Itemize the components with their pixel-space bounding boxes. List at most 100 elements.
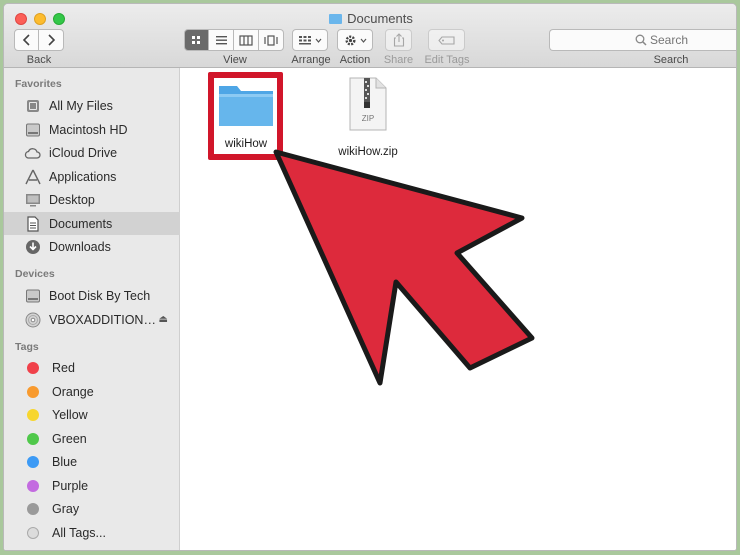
tag-dot-icon	[27, 455, 39, 468]
devices-header: Devices	[15, 268, 55, 280]
columns-icon	[239, 34, 253, 46]
window-title-text: Documents	[347, 11, 413, 26]
sidebar-item-label: Downloads	[49, 239, 111, 254]
chevron-down-icon	[360, 38, 366, 43]
arrange-button[interactable]	[292, 29, 328, 51]
sidebar-item-label: Yellow	[52, 407, 88, 422]
sidebar-item-applications[interactable]: Applications	[4, 165, 180, 188]
gear-icon	[345, 35, 355, 45]
sidebar-item-label: Applications	[49, 169, 117, 184]
eject-icon[interactable]: ⏏	[159, 314, 168, 325]
sidebar: Favorites All My Files Macintosh HD iClo…	[4, 68, 180, 550]
favorites-header: Favorites	[15, 78, 62, 90]
back-label: Back	[26, 54, 52, 66]
sidebar-item-icloud-drive[interactable]: iCloud Drive	[4, 141, 180, 164]
sidebar-tag-purple[interactable]: Purple	[4, 474, 180, 497]
file-browser-content: wikiHow ZIP wikiHow.zip	[181, 68, 736, 550]
sidebar-item-label: VBOXADDITION…	[49, 312, 156, 327]
sidebar-tag-blue[interactable]: Blue	[4, 450, 180, 473]
disk-icon	[24, 288, 41, 304]
sidebar-tag-green[interactable]: Green	[4, 427, 180, 450]
tag-dot-icon	[27, 479, 39, 492]
finder-window: Documents Back View Arrange Action Share…	[3, 3, 737, 551]
sidebar-tag-yellow[interactable]: Yellow	[4, 403, 180, 426]
coverflow-icon	[264, 34, 278, 46]
navigation-group	[14, 29, 64, 51]
sidebar-item-documents[interactable]: Documents	[4, 212, 180, 235]
forward-button[interactable]	[39, 29, 64, 51]
sidebar-item-label: Orange	[52, 384, 94, 399]
back-button[interactable]	[14, 29, 39, 51]
sidebar-item-label: Gray	[52, 501, 80, 516]
list-view-button[interactable]	[209, 29, 234, 51]
search-field[interactable]	[549, 29, 736, 51]
sidebar-item-label: All My Files	[49, 98, 113, 113]
cloud-icon	[24, 145, 41, 161]
documents-icon	[24, 215, 41, 232]
downloads-icon	[24, 239, 41, 255]
all-files-icon	[24, 98, 41, 114]
file-name: wikiHow	[224, 138, 268, 150]
share-label: Share	[383, 54, 414, 66]
hard-drive-icon	[24, 122, 41, 138]
search-icon	[635, 34, 647, 46]
arrange-grid-icon	[299, 35, 311, 44]
coverflow-view-button[interactable]	[259, 29, 284, 51]
tag-icon	[437, 35, 455, 45]
sidebar-item-all-my-files[interactable]: All My Files	[4, 94, 180, 117]
chevron-right-icon	[48, 34, 56, 46]
list-icon	[215, 35, 227, 44]
sidebar-tag-red[interactable]: Red	[4, 356, 180, 379]
sidebar-item-macintosh-hd[interactable]: Macintosh HD	[4, 118, 180, 141]
tag-dot-icon	[27, 408, 39, 421]
share-button[interactable]	[385, 29, 412, 51]
sidebar-item-label: Macintosh HD	[49, 122, 128, 137]
sidebar-item-label: Green	[52, 431, 87, 446]
view-mode-group	[184, 29, 284, 51]
share-icon	[393, 33, 404, 47]
zip-file-icon: ZIP	[349, 77, 387, 131]
tag-dot-icon	[27, 361, 39, 374]
sidebar-item-downloads[interactable]: Downloads	[4, 235, 180, 258]
column-view-button[interactable]	[234, 29, 259, 51]
edit-tags-label: Edit Tags	[424, 54, 470, 66]
toolbar: Documents Back View Arrange Action Share…	[4, 4, 736, 68]
icon-view-button[interactable]	[184, 29, 209, 51]
view-label: View	[223, 54, 247, 66]
desktop-icon	[24, 192, 41, 208]
action-label: Action	[339, 54, 371, 66]
sidebar-item-label: Desktop	[49, 192, 95, 207]
applications-icon	[24, 169, 41, 185]
sidebar-tag-orange[interactable]: Orange	[4, 380, 180, 403]
sidebar-item-vboxadditions[interactable]: VBOXADDITION… ⏏	[4, 308, 180, 331]
folder-icon	[219, 86, 273, 126]
tags-header: Tags	[15, 341, 39, 353]
tag-dot-icon	[27, 432, 39, 445]
window-title: Documents	[4, 11, 736, 26]
tag-dot-icon	[27, 502, 39, 515]
sidebar-item-label: Boot Disk By Tech	[49, 288, 151, 303]
file-item-wikihow-zip[interactable]: ZIP wikiHow.zip	[331, 76, 405, 158]
chevron-down-icon	[315, 38, 322, 43]
sidebar-item-label: Purple	[52, 478, 89, 493]
file-name: wikiHow.zip	[338, 146, 398, 158]
edit-tags-button[interactable]	[428, 29, 465, 51]
sidebar-item-boot-disk[interactable]: Boot Disk By Tech	[4, 284, 180, 307]
chevron-left-icon	[22, 34, 30, 46]
sidebar-all-tags[interactable]: All Tags...	[4, 521, 180, 544]
svg-text:ZIP: ZIP	[362, 114, 374, 123]
folder-icon	[329, 14, 343, 24]
arrange-label: Arrange	[291, 54, 331, 66]
optical-disc-icon	[24, 312, 41, 328]
grid-icon	[192, 35, 200, 44]
action-button[interactable]	[337, 29, 373, 51]
sidebar-item-desktop[interactable]: Desktop	[4, 188, 180, 211]
sidebar-item-label: Blue	[52, 454, 78, 469]
sidebar-item-label: Red	[52, 360, 75, 375]
tag-dot-icon	[27, 385, 39, 398]
search-label: Search	[653, 54, 689, 66]
sidebar-item-label: iCloud Drive	[49, 145, 118, 160]
sidebar-tag-gray[interactable]: Gray	[4, 497, 180, 520]
file-item-wikihow-folder[interactable]: wikiHow	[209, 76, 283, 150]
sidebar-item-label: Documents	[49, 216, 113, 231]
